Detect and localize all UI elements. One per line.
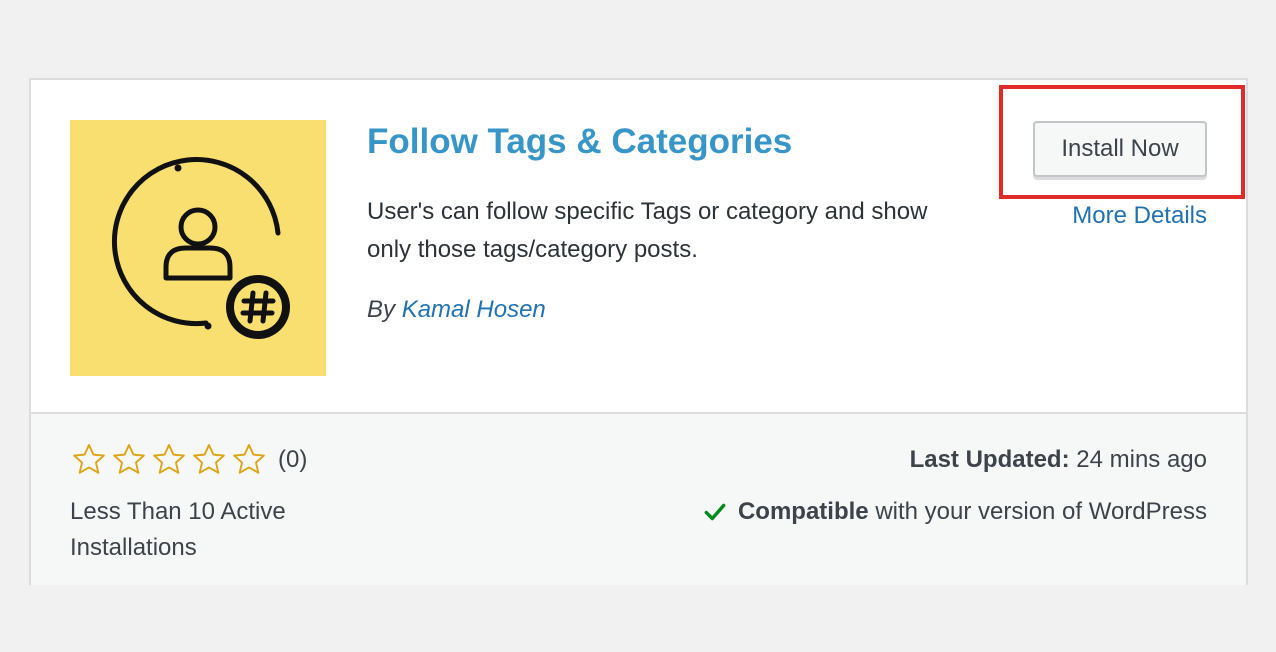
plugin-card: Follow Tags & Categories User's can foll… [29,78,1248,585]
last-updated-value: 24 mins ago [1076,446,1207,473]
check-icon [702,499,728,525]
plugin-description: User's can follow specific Tags or categ… [367,198,928,263]
star-empty-icon [70,441,108,479]
active-installs: Less Than 10 Active Installations [70,498,286,561]
last-updated: Last Updated: 24 mins ago [910,440,1207,480]
compatibility-rest: with your version of WordPress [875,498,1207,525]
user-hashtag-icon[interactable] [70,120,326,376]
compatibility-status: Compatible with your version of WordPres… [702,494,1207,530]
star-empty-icon [110,441,148,479]
star-rating: (0) [70,440,307,480]
plugin-author: By Kamal Hosen [367,296,546,324]
rating-count[interactable]: (0) [278,446,307,474]
compatibility-strong: Compatible [737,498,869,525]
star-empty-icon [190,441,228,479]
install-now-button[interactable]: Install Now [1033,121,1207,177]
plugin-title[interactable]: Follow Tags & Categories [367,122,792,162]
star-empty-icon [150,441,188,479]
plugin-card-bottom: (0) Less Than 10 Active Installations La… [31,412,1246,585]
plugin-card-top: Follow Tags & Categories User's can foll… [31,80,1246,412]
author-prefix: By [367,296,396,323]
star-empty-icon [230,441,268,479]
last-updated-label: Last Updated: [909,446,1070,473]
more-details-link[interactable]: More Details [1072,202,1207,230]
author-link[interactable]: Kamal Hosen [402,296,546,323]
